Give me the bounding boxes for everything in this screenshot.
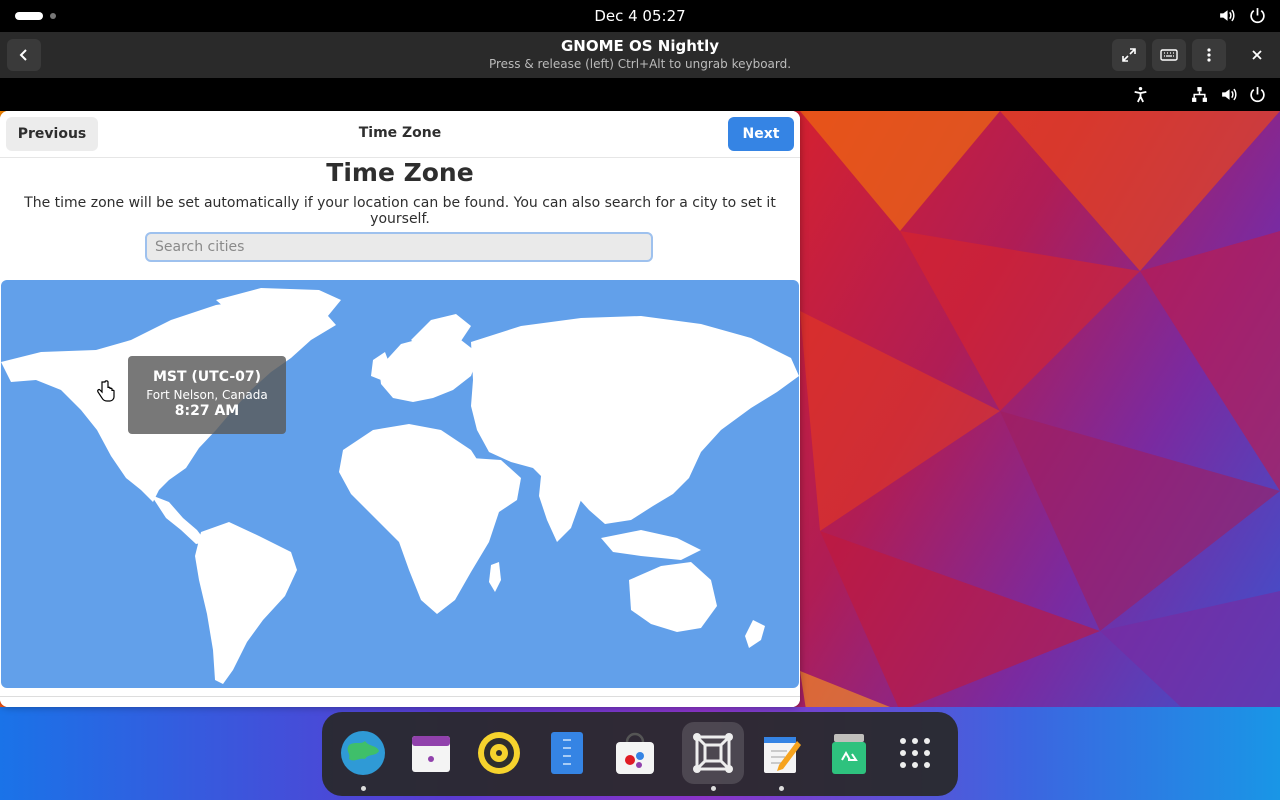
- dock: [322, 712, 958, 796]
- close-button[interactable]: [1240, 39, 1274, 71]
- timezone-tooltip: MST (UTC-07) Fort Nelson, Canada 8:27 AM: [128, 356, 286, 434]
- speaker-icon: [478, 732, 520, 774]
- calendar-icon: [412, 736, 450, 772]
- dock-app-document-viewer[interactable]: [536, 722, 598, 784]
- initial-setup-window: Previous Time Zone Next Time Zone The ti…: [0, 111, 800, 707]
- guest-top-bar: [0, 78, 1280, 111]
- network-wired-icon: [1192, 87, 1207, 102]
- page-description: The time zone will be set automatically …: [24, 195, 776, 227]
- fullscreen-button[interactable]: [1112, 39, 1146, 71]
- volume-icon: [1220, 9, 1235, 22]
- app-grid-icon: [900, 738, 930, 768]
- search-cities-input[interactable]: [145, 232, 653, 262]
- dock-app-music-player[interactable]: [468, 722, 530, 784]
- keyboard-icon: [1160, 49, 1178, 61]
- dock-app-software-store[interactable]: [604, 722, 666, 784]
- vm-title: GNOME OS Nightly: [561, 37, 719, 55]
- vm-subtitle: Press & release (left) Ctrl+Alt to ungra…: [488, 57, 792, 71]
- next-button[interactable]: Next: [728, 117, 794, 151]
- tooltip-time: 8:27 AM: [174, 403, 240, 419]
- world-map-landmass: [1, 288, 799, 684]
- guest-status-icons[interactable]: [1132, 86, 1266, 103]
- expand-icon: [1122, 48, 1136, 62]
- host-clock[interactable]: Dec 4 05:27: [0, 7, 1280, 25]
- page-title: Time Zone: [326, 158, 474, 187]
- keyboard-button[interactable]: [1152, 39, 1186, 71]
- kebab-menu-icon: [1207, 48, 1211, 62]
- menu-button[interactable]: [1192, 39, 1226, 71]
- text-editor-icon: [764, 737, 801, 773]
- running-indicator: [779, 786, 784, 791]
- show-apps-button[interactable]: [884, 722, 946, 784]
- running-indicator: [711, 786, 716, 791]
- vm-header-bar: GNOME OS Nightly Press & release (left) …: [0, 32, 1280, 78]
- hand-pointer-cursor-icon: [97, 380, 115, 402]
- volume-icon: [1222, 88, 1237, 101]
- power-icon: [1250, 8, 1265, 24]
- dock-app-boxes[interactable]: [682, 722, 744, 791]
- world-map[interactable]: MST (UTC-07) Fort Nelson, Canada 8:27 AM: [1, 280, 799, 688]
- window-title: Time Zone: [358, 125, 442, 141]
- dock-app-trash[interactable]: [818, 722, 880, 784]
- globe-icon: [341, 731, 385, 775]
- tooltip-city: Fort Nelson, Canada: [146, 388, 268, 402]
- running-indicator: [361, 786, 366, 791]
- close-icon: [1252, 50, 1262, 60]
- window-header: Previous Time Zone Next: [0, 111, 800, 158]
- tooltip-zone: MST (UTC-07): [152, 369, 262, 385]
- power-icon: [1250, 87, 1265, 103]
- accessibility-icon: [1134, 86, 1147, 103]
- dock-app-text-editor[interactable]: [750, 722, 812, 791]
- dock-app-calendar[interactable]: [400, 722, 462, 784]
- window-footer: [0, 696, 800, 707]
- dock-app-web-browser[interactable]: [332, 722, 394, 791]
- boxes-icon: [693, 733, 733, 773]
- shopping-bag-icon: [616, 732, 654, 774]
- host-top-bar: Dec 4 05:27: [0, 0, 1280, 32]
- host-status-icons[interactable]: [1218, 7, 1266, 24]
- document-icon: [551, 732, 583, 774]
- recycle-bin-icon: [832, 734, 866, 774]
